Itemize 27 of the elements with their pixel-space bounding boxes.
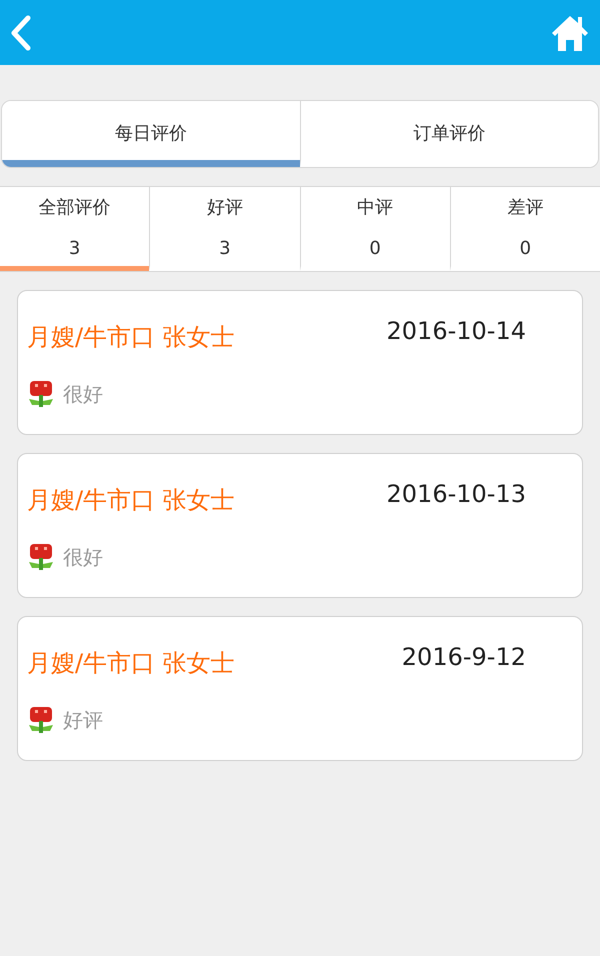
flower-icon bbox=[27, 543, 55, 571]
tab[interactable]: 订单评价 bbox=[300, 101, 598, 167]
flower-icon bbox=[27, 380, 55, 408]
reviewer-name: 月嫂/牛市口 张女士 bbox=[27, 648, 235, 679]
review-card[interactable]: 月嫂/牛市口 张女士 2016-10-13 很好 bbox=[17, 453, 583, 598]
review-date: 2016-10-13 bbox=[386, 479, 526, 510]
reviewer-name: 月嫂/牛市口 张女士 bbox=[27, 485, 235, 516]
review-comment: 很好 bbox=[63, 544, 103, 571]
back-icon[interactable] bbox=[10, 14, 32, 50]
tab[interactable]: 每日评价 bbox=[2, 101, 300, 167]
review-card[interactable]: 月嫂/牛市口 张女士 2016-10-14 很好 bbox=[17, 290, 583, 435]
home-icon[interactable] bbox=[550, 14, 590, 52]
review-comment: 很好 bbox=[63, 381, 103, 408]
filter-count: 0 bbox=[369, 237, 381, 261]
reviewer-name: 月嫂/牛市口 张女士 bbox=[27, 322, 235, 353]
review-card[interactable]: 月嫂/牛市口 张女士 2016-9-12 好评 bbox=[17, 616, 583, 761]
filter-count: 0 bbox=[520, 237, 532, 261]
review-date: 2016-9-12 bbox=[402, 642, 526, 673]
filter-label: 全部评价 bbox=[38, 196, 111, 220]
review-date: 2016-10-14 bbox=[386, 316, 526, 347]
filter-count: 3 bbox=[68, 237, 80, 261]
review-comment: 好评 bbox=[63, 707, 103, 734]
filter-label: 差评 bbox=[507, 196, 544, 220]
flower-icon bbox=[27, 706, 55, 734]
filter-label: 好评 bbox=[206, 196, 243, 220]
filter-count: 3 bbox=[219, 237, 231, 261]
filter-label: 中评 bbox=[357, 196, 394, 220]
